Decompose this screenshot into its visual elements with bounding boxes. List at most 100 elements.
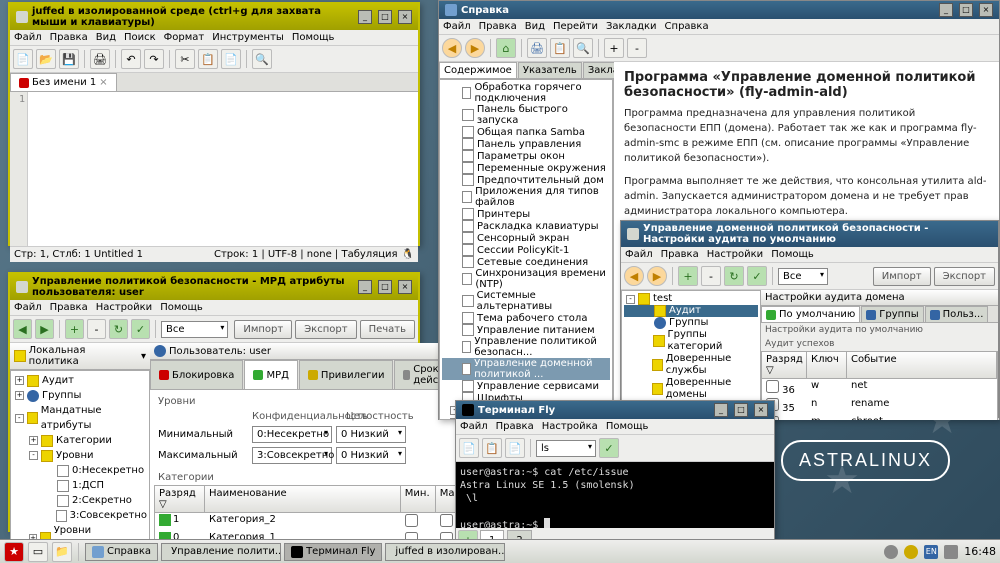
close-button[interactable]: × bbox=[398, 280, 412, 294]
copy-icon[interactable]: 📋 bbox=[550, 38, 570, 58]
redo-icon[interactable]: ↷ bbox=[144, 49, 164, 69]
minimize-button[interactable]: _ bbox=[358, 280, 372, 294]
tree-item[interactable]: +Группы bbox=[13, 388, 147, 403]
menu-file[interactable]: Файл bbox=[14, 302, 42, 313]
menu-bookmarks[interactable]: Закладки bbox=[606, 21, 657, 32]
col-min[interactable]: Мин. bbox=[401, 486, 436, 512]
col-razryad[interactable]: Разряд ▽ bbox=[155, 486, 205, 512]
taskbar-item[interactable]: Управление полити... bbox=[161, 543, 281, 561]
find-icon[interactable]: 🔍 bbox=[573, 38, 593, 58]
paste-icon[interactable]: 📄 bbox=[221, 49, 241, 69]
forward-icon[interactable]: ▶ bbox=[35, 319, 54, 339]
paste-icon[interactable]: 📄 bbox=[505, 438, 525, 458]
toc-item[interactable]: Приложения для типов файлов bbox=[442, 186, 610, 208]
tree-item[interactable]: +Аудит bbox=[13, 373, 147, 388]
tab-mrd[interactable]: МРД bbox=[244, 360, 297, 389]
menu-settings[interactable]: Настройки bbox=[96, 302, 152, 313]
tree-item[interactable]: 3:Совсекретно bbox=[13, 508, 147, 523]
terminal-output[interactable]: user@astra:~$ cat /etc/issue Astra Linux… bbox=[456, 462, 774, 528]
taskbar-item[interactable]: juffed в изолирован... bbox=[385, 543, 505, 561]
toc-item[interactable]: Тема рабочего стола bbox=[442, 312, 610, 324]
maximize-button[interactable]: □ bbox=[959, 3, 973, 17]
tree-toggle-icon[interactable]: + bbox=[15, 391, 24, 400]
policy-tree[interactable]: +Аудит+Группы-Мандатные атрибуты+Категор… bbox=[10, 370, 150, 545]
import-button[interactable]: Импорт bbox=[234, 320, 292, 339]
toc-item[interactable]: Управление доменной политикой ... bbox=[442, 358, 610, 380]
remove-icon[interactable]: - bbox=[87, 319, 106, 339]
text-editor[interactable] bbox=[28, 92, 418, 246]
min-int-dropdown[interactable]: 0 Низкий bbox=[336, 426, 406, 443]
tab-index[interactable]: Указатель bbox=[518, 62, 582, 78]
zoom-in-icon[interactable]: + bbox=[604, 38, 624, 58]
taskbar-item[interactable]: Терминал Fly bbox=[284, 543, 382, 561]
tab-content[interactable]: Содержимое bbox=[439, 62, 517, 78]
zoom-out-icon[interactable]: - bbox=[627, 38, 647, 58]
chevron-down-icon[interactable]: ▾ bbox=[141, 351, 146, 362]
taskbar-item[interactable]: Справка bbox=[85, 543, 158, 561]
refresh-icon[interactable]: ↻ bbox=[109, 319, 128, 339]
toc-item[interactable]: Сенсорный экран bbox=[442, 232, 610, 244]
toc-item[interactable]: Системные альтернативы bbox=[442, 290, 610, 312]
toc-item[interactable]: Управление политикой безопасн... bbox=[442, 336, 610, 358]
minimize-button[interactable]: _ bbox=[714, 403, 728, 417]
menu-go[interactable]: Перейти bbox=[553, 21, 598, 32]
toc-item[interactable]: Параметры окон bbox=[442, 150, 610, 162]
tree-item[interactable]: -Уровни bbox=[13, 448, 147, 463]
toc-item[interactable]: Управление сервисами bbox=[442, 380, 610, 392]
toc-item[interactable]: Сетевые соединения bbox=[442, 256, 610, 268]
menu-help[interactable]: Справка bbox=[665, 21, 709, 32]
copy-icon[interactable]: 📋 bbox=[198, 49, 218, 69]
menu-edit[interactable]: Правка bbox=[496, 421, 534, 432]
tab-priv[interactable]: Привилегии bbox=[299, 360, 394, 389]
clock[interactable]: 16:48 bbox=[964, 545, 996, 558]
max-int-dropdown[interactable]: 0 Низкий bbox=[336, 447, 406, 464]
toc-item[interactable]: Сессии PolicyKit-1 bbox=[442, 244, 610, 256]
maximize-button[interactable]: □ bbox=[378, 10, 392, 24]
home-icon[interactable]: ⌂ bbox=[496, 38, 516, 58]
menu-view[interactable]: Вид bbox=[525, 21, 545, 32]
toc-item[interactable]: Управление питанием bbox=[442, 324, 610, 336]
min-checkbox[interactable] bbox=[405, 514, 418, 527]
export-button[interactable]: Экспорт bbox=[295, 320, 356, 339]
menu-edit[interactable]: Правка bbox=[50, 302, 88, 313]
cut-icon[interactable]: ✂ bbox=[175, 49, 195, 69]
tab-close-icon[interactable]: × bbox=[99, 77, 107, 88]
policy-titlebar[interactable]: Управление политикой безопасности - МРД … bbox=[10, 274, 418, 300]
minimize-button[interactable]: _ bbox=[358, 10, 372, 24]
menu-view[interactable]: Вид bbox=[96, 32, 116, 43]
tree-item[interactable]: 0:Несекретно bbox=[13, 463, 147, 478]
tray-icon[interactable] bbox=[904, 545, 918, 559]
print-icon[interactable]: 🖨 bbox=[527, 38, 547, 58]
toc-item[interactable]: Общая папка Samba bbox=[442, 126, 610, 138]
language-indicator[interactable]: EN bbox=[924, 545, 938, 559]
find-icon[interactable]: 🔍 bbox=[252, 49, 272, 69]
close-button[interactable]: × bbox=[398, 10, 412, 24]
table-row[interactable]: 1Категория_2 bbox=[155, 513, 471, 531]
minimize-button[interactable]: _ bbox=[939, 3, 953, 17]
tray-icon[interactable] bbox=[884, 545, 898, 559]
undo-icon[interactable]: ↶ bbox=[121, 49, 141, 69]
tree-toggle-icon[interactable]: - bbox=[15, 414, 24, 423]
menu-settings[interactable]: Настройка bbox=[542, 421, 598, 432]
menu-edit[interactable]: Правка bbox=[50, 32, 88, 43]
tree-toggle-icon[interactable]: + bbox=[29, 436, 38, 445]
menu-edit[interactable]: Правка bbox=[479, 21, 517, 32]
toc-item[interactable]: Раскладка клавиатуры bbox=[442, 220, 610, 232]
terminal-titlebar[interactable]: Терминал Fly _ □ × bbox=[456, 401, 774, 419]
toc-item[interactable]: Синхронизация времени (NTP) bbox=[442, 268, 610, 290]
print-button[interactable]: Печать bbox=[360, 320, 415, 339]
toc-item[interactable]: Обработка горячего подключения bbox=[442, 82, 610, 104]
maximize-button[interactable]: □ bbox=[734, 403, 748, 417]
toc-item[interactable]: Панель быстрого запуска bbox=[442, 104, 610, 126]
add-icon[interactable]: + bbox=[65, 319, 84, 339]
close-button[interactable]: × bbox=[979, 3, 993, 17]
help-toc-tree[interactable]: Обработка горячего подключенияПанель быс… bbox=[439, 79, 613, 420]
help-titlebar[interactable]: Справка _ □ × bbox=[439, 1, 999, 19]
toc-item[interactable]: Предпочтительный дом bbox=[442, 174, 610, 186]
start-button[interactable]: ★ bbox=[4, 542, 24, 562]
min-conf-dropdown[interactable]: 0:Несекретно bbox=[252, 426, 332, 443]
print-icon[interactable]: 🖨 bbox=[90, 49, 110, 69]
menu-help[interactable]: Помощь bbox=[292, 32, 335, 43]
menu-file[interactable]: Файл bbox=[460, 421, 488, 432]
tree-toggle-icon[interactable]: + bbox=[15, 376, 24, 385]
